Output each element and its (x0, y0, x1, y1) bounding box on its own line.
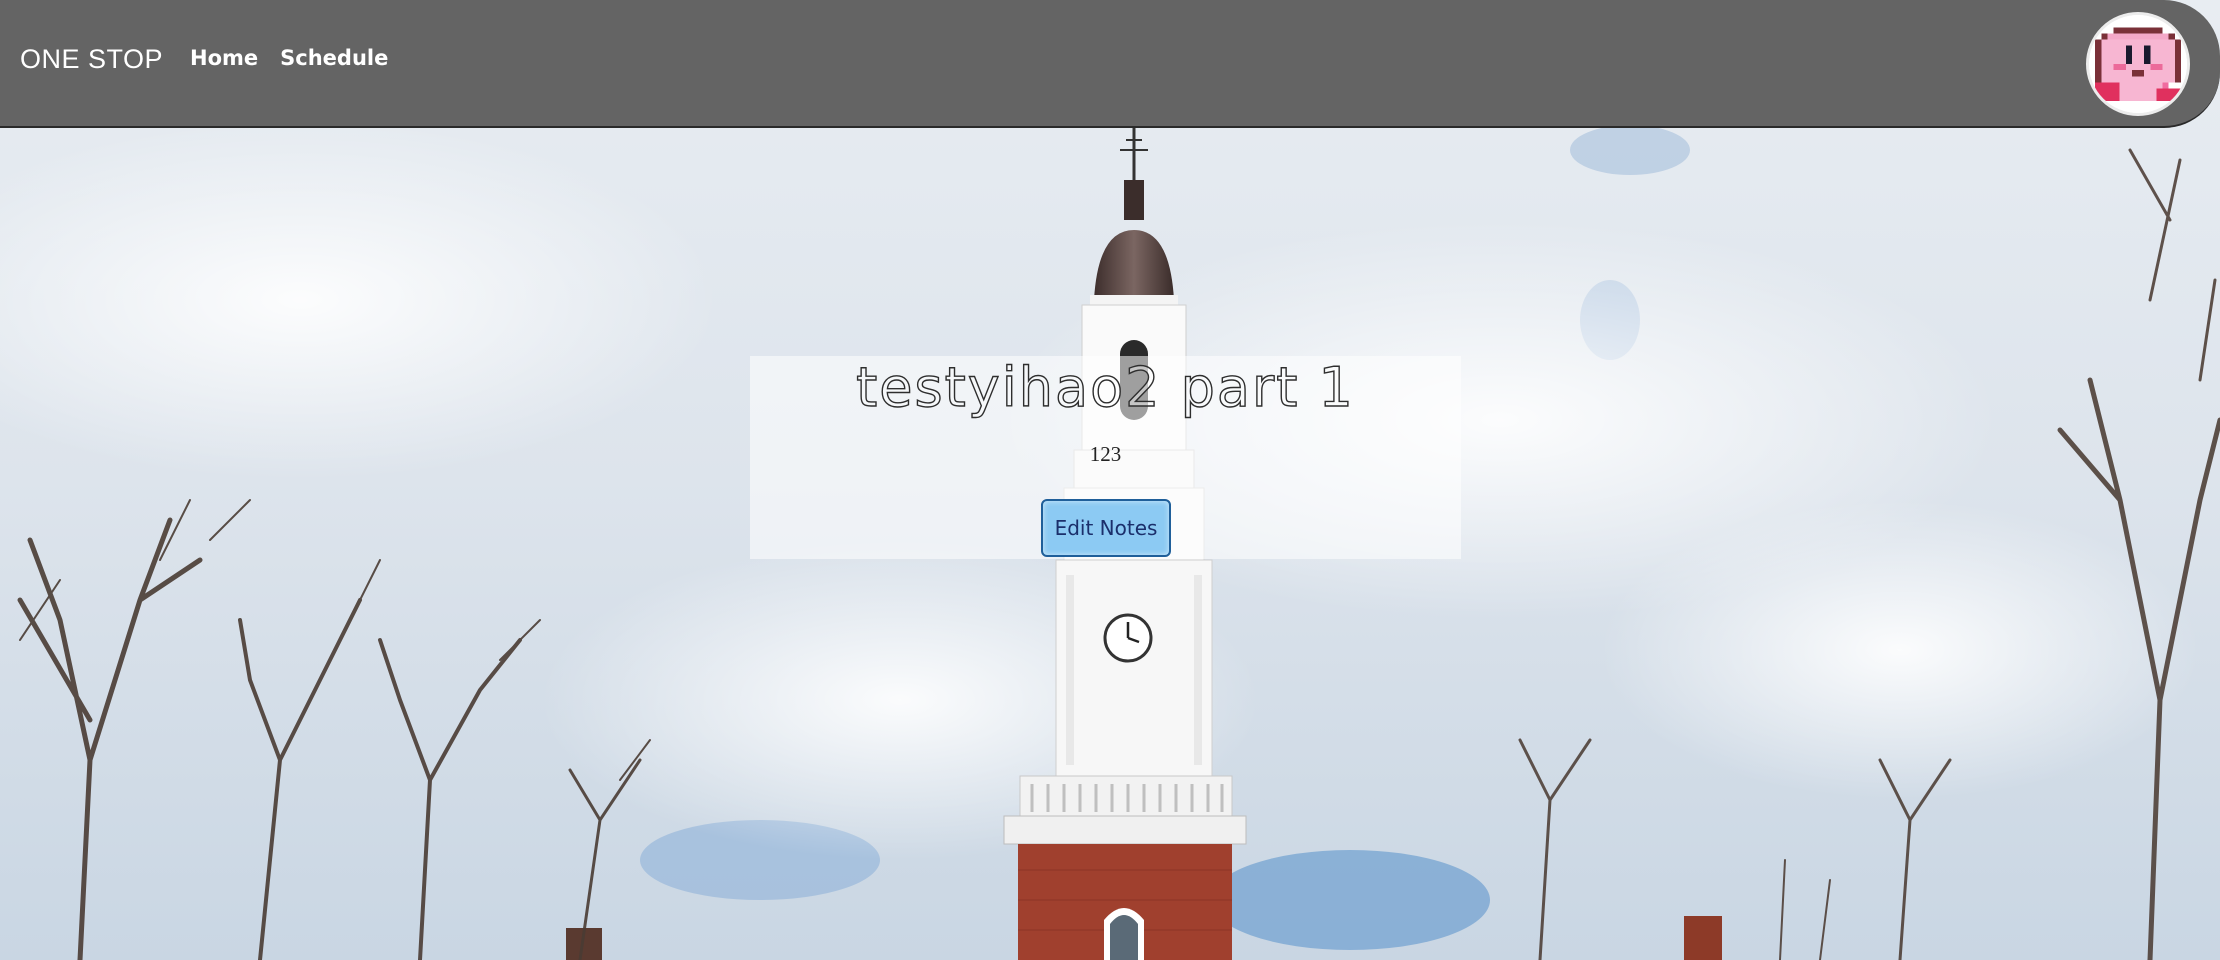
kirby-avatar-icon (2089, 15, 2187, 113)
note-title: testyihao2 part 1 (855, 355, 1355, 419)
nav-link-home[interactable]: Home (190, 46, 258, 70)
note-card: testyihao2 part 1 123 Edit Notes (750, 355, 1461, 559)
nav-link-schedule[interactable]: Schedule (280, 46, 388, 70)
edit-notes-button[interactable]: Edit Notes (1041, 499, 1171, 557)
avatar[interactable] (2086, 12, 2190, 116)
note-body: 123 (1089, 442, 1122, 466)
navbar: ONE STOP Home Schedule (0, 0, 2220, 128)
nav-links: Home Schedule (190, 46, 388, 70)
brand-logo[interactable]: ONE STOP (20, 44, 163, 75)
page: ONE STOP Home Schedule testyihao2 part 1… (0, 0, 2220, 960)
